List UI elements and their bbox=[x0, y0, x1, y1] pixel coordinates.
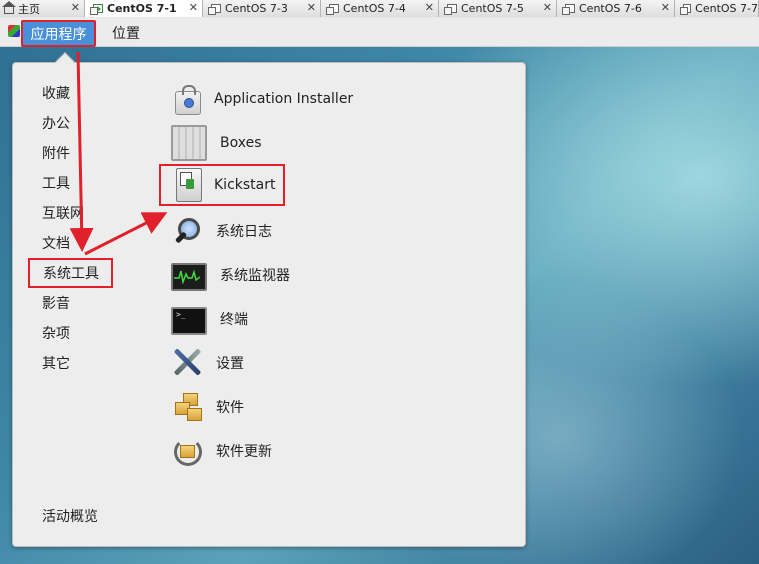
vm-tab-bar: 主页 ✕ CentOS 7-1 ✕ CentOS 7-3 ✕ CentOS 7-4 ✕ … bbox=[0, 0, 759, 19]
boxes-icon bbox=[171, 125, 207, 161]
app-kickstart[interactable]: Kickstart bbox=[159, 164, 285, 206]
software-bag-icon bbox=[175, 85, 201, 115]
packages-icon bbox=[171, 391, 203, 423]
category-internet[interactable]: 互联网 bbox=[42, 203, 84, 223]
category-documents[interactable]: 文档 bbox=[42, 233, 70, 253]
vm-icon bbox=[208, 4, 221, 15]
category-accessories[interactable]: 附件 bbox=[42, 143, 70, 163]
kickstart-icon bbox=[176, 168, 202, 202]
tab-centos-7-4[interactable]: CentOS 7-4 ✕ bbox=[321, 0, 439, 17]
app-label: 软件 bbox=[216, 400, 244, 416]
close-icon[interactable]: ✕ bbox=[543, 1, 552, 14]
vm-icon bbox=[679, 4, 692, 15]
vm-icon bbox=[326, 4, 339, 15]
tab-label: CentOS 7-7 bbox=[695, 2, 758, 15]
app-system-monitor[interactable]: 系统监视器 bbox=[171, 259, 290, 291]
activities-overview-link[interactable]: 活动概览 bbox=[42, 506, 98, 526]
app-label: Boxes bbox=[220, 135, 262, 151]
category-system-tools[interactable]: 系统工具 bbox=[28, 258, 113, 288]
applications-menu-button[interactable]: 应用程序 bbox=[21, 20, 96, 47]
app-system-log[interactable]: 系统日志 bbox=[171, 215, 272, 247]
tools-icon bbox=[171, 347, 203, 379]
app-label: Kickstart bbox=[214, 177, 276, 193]
category-misc[interactable]: 杂项 bbox=[42, 323, 70, 343]
magnifier-icon bbox=[171, 215, 203, 247]
close-icon[interactable]: ✕ bbox=[661, 1, 670, 14]
tab-label: CentOS 7-3 bbox=[225, 2, 288, 15]
close-icon[interactable]: ✕ bbox=[71, 1, 80, 14]
terminal-icon bbox=[171, 307, 207, 335]
tab-label: CentOS 7-6 bbox=[579, 2, 642, 15]
tab-home[interactable]: 主页 ✕ bbox=[0, 0, 85, 17]
tab-label: CentOS 7-4 bbox=[343, 2, 406, 15]
vm-running-icon bbox=[90, 4, 103, 15]
tab-centos-7-7[interactable]: CentOS 7-7 bbox=[675, 0, 759, 17]
home-icon bbox=[2, 1, 16, 14]
app-application-installer[interactable]: Application Installer bbox=[171, 83, 353, 115]
applications-menu-icon[interactable] bbox=[8, 25, 20, 37]
software-update-icon bbox=[171, 435, 203, 467]
app-label: 终端 bbox=[220, 312, 248, 328]
app-software-update[interactable]: 软件更新 bbox=[171, 435, 272, 467]
applications-menu: 收藏 办公 附件 工具 互联网 文档 系统工具 影音 杂项 其它 活动概览 Ap… bbox=[12, 62, 526, 547]
app-settings[interactable]: 设置 bbox=[171, 347, 244, 379]
tab-centos-7-3[interactable]: CentOS 7-3 ✕ bbox=[203, 0, 321, 17]
tab-centos-7-5[interactable]: CentOS 7-5 ✕ bbox=[439, 0, 557, 17]
tab-label: CentOS 7-1 bbox=[107, 2, 177, 15]
system-monitor-icon bbox=[171, 263, 207, 291]
category-favorites[interactable]: 收藏 bbox=[42, 83, 70, 103]
tab-centos-7-6[interactable]: CentOS 7-6 ✕ bbox=[557, 0, 675, 17]
tab-label: CentOS 7-5 bbox=[461, 2, 524, 15]
app-label: 设置 bbox=[216, 356, 244, 372]
app-label: 软件更新 bbox=[216, 444, 272, 460]
vm-icon bbox=[444, 4, 457, 15]
vm-icon bbox=[562, 4, 575, 15]
category-multimedia[interactable]: 影音 bbox=[42, 293, 70, 313]
close-icon[interactable]: ✕ bbox=[189, 1, 198, 14]
app-terminal[interactable]: 终端 bbox=[171, 303, 248, 335]
category-office[interactable]: 办公 bbox=[42, 113, 70, 133]
app-label: 系统日志 bbox=[216, 224, 272, 240]
category-utilities[interactable]: 工具 bbox=[42, 173, 70, 193]
tab-centos-7-1[interactable]: CentOS 7-1 ✕ bbox=[85, 0, 203, 17]
tab-label: 主页 bbox=[18, 2, 40, 16]
app-label: Application Installer bbox=[214, 91, 354, 107]
category-other[interactable]: 其它 bbox=[42, 353, 70, 373]
app-boxes[interactable]: Boxes bbox=[171, 125, 262, 161]
close-icon[interactable]: ✕ bbox=[307, 1, 316, 14]
app-label: 系统监视器 bbox=[220, 268, 290, 284]
places-menu-button[interactable]: 位置 bbox=[112, 23, 140, 43]
app-software[interactable]: 软件 bbox=[171, 391, 244, 423]
close-icon[interactable]: ✕ bbox=[425, 1, 434, 14]
